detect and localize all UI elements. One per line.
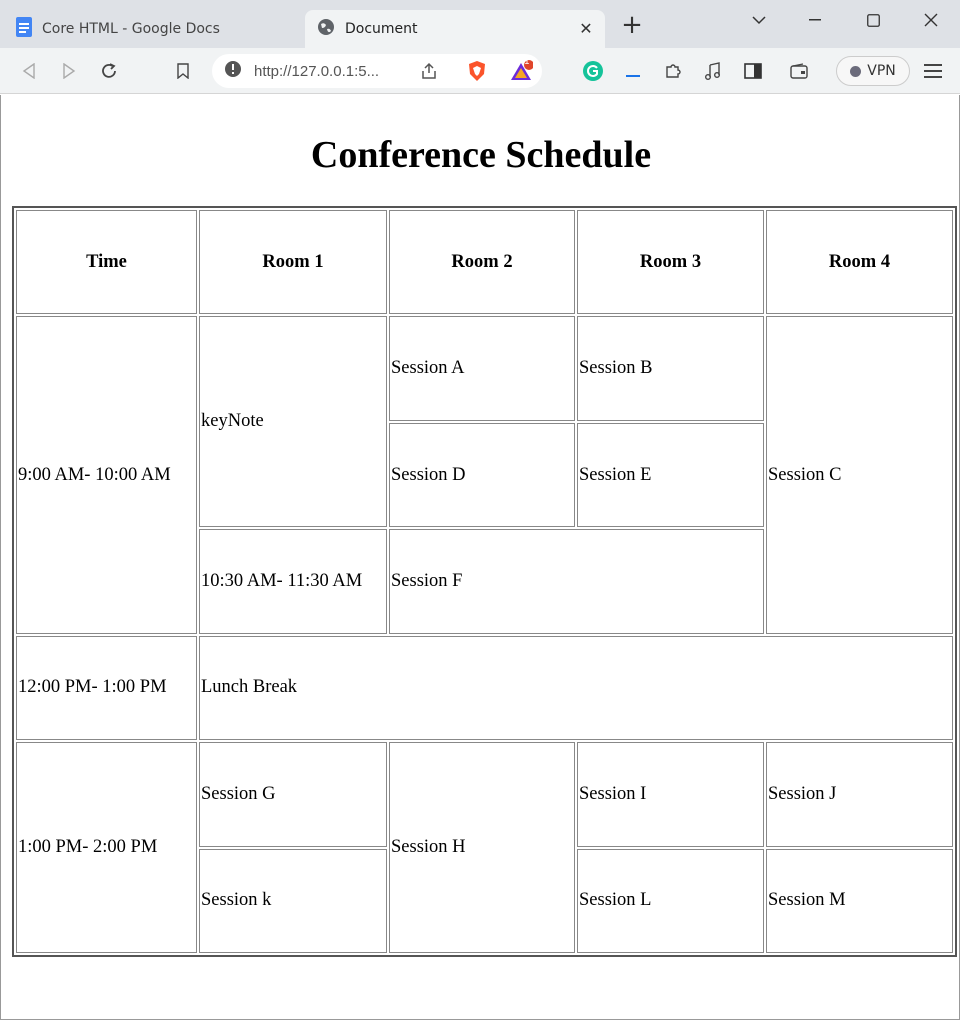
url-text: http://127.0.0.1:5... <box>254 62 380 80</box>
maximize-icon[interactable] <box>858 8 888 32</box>
address-bar[interactable]: http://127.0.0.1:5... <box>212 54 542 88</box>
bookmark-icon[interactable] <box>170 58 196 84</box>
session-cell: Session L <box>577 848 764 953</box>
page-content: Conference Schedule Time Room 1 Room 2 R… <box>0 95 960 1020</box>
extensions-puzzle-icon[interactable] <box>660 58 686 84</box>
time-slot-cell: 1:00 PM- 2:00 PM <box>16 742 197 953</box>
vpn-button[interactable]: VPN <box>836 56 910 86</box>
browser-toolbar: http://127.0.0.1:5... 1 VPN <box>0 48 960 94</box>
lunch-break-cell: Lunch Break <box>199 635 953 741</box>
google-docs-icon <box>16 17 32 41</box>
schedule-table: Time Room 1 Room 2 Room 3 Room 4 9:00 AM… <box>12 206 957 957</box>
session-cell: Session I <box>577 742 764 847</box>
time-slot-cell: 9:00 AM- 10:00 AM <box>16 316 197 634</box>
session-cell: Session H <box>389 742 575 953</box>
forward-icon[interactable] <box>56 58 82 84</box>
session-cell: Session B <box>577 316 764 421</box>
minimize-icon[interactable] <box>800 8 830 32</box>
share-icon[interactable] <box>416 58 442 84</box>
header-room-3: Room 3 <box>577 210 764 315</box>
table-row: 12:00 PM- 1:00 PM Lunch Break <box>16 635 953 741</box>
close-window-icon[interactable] <box>916 8 946 32</box>
header-time: Time <box>16 210 197 315</box>
reload-icon[interactable] <box>96 58 122 84</box>
brave-shields-icon[interactable] <box>464 58 490 84</box>
back-icon[interactable] <box>16 58 42 84</box>
header-room-4: Room 4 <box>766 210 953 315</box>
session-cell: Session A <box>389 316 575 421</box>
session-cell: Session E <box>577 422 764 528</box>
wallet-icon[interactable] <box>786 58 812 84</box>
session-cell: Session C <box>766 316 953 634</box>
table-row: 9:00 AM- 10:00 AM keyNote Session A Sess… <box>16 316 953 634</box>
session-cell: Session D <box>389 422 575 528</box>
time-slot-cell: 12:00 PM- 1:00 PM <box>16 635 197 741</box>
header-room-1: Room 1 <box>199 210 387 315</box>
session-cell: Session k <box>199 848 387 953</box>
info-icon[interactable] <box>224 60 242 82</box>
session-cell: Session F <box>389 529 764 634</box>
globe-icon <box>317 18 335 40</box>
session-cell: Session M <box>766 848 953 953</box>
media-music-icon[interactable] <box>700 58 726 84</box>
table-header-row: Time Room 1 Room 2 Room 3 Room 4 <box>16 210 953 315</box>
tab-document[interactable]: Document ✕ <box>305 10 605 48</box>
header-room-2: Room 2 <box>389 210 575 315</box>
session-cell: Session J <box>766 742 953 847</box>
browser-tab-bar: Core HTML - Google Docs Document ✕ + <box>0 0 960 48</box>
table-row: 1:00 PM- 2:00 PM Session G Session H Ses… <box>16 742 953 953</box>
extension-underline-icon[interactable] <box>620 58 646 84</box>
session-cell: Session G <box>199 742 387 847</box>
close-tab-icon[interactable]: ✕ <box>577 20 595 38</box>
tab-title: Document <box>345 21 418 37</box>
vpn-status-icon <box>850 65 862 77</box>
time-slot-cell: 10:30 AM- 11:30 AM <box>199 529 387 634</box>
keynote-cell: keyNote <box>199 316 387 528</box>
tab-google-docs[interactable]: Core HTML - Google Docs <box>0 10 300 48</box>
menu-hamburger-icon[interactable] <box>920 58 946 84</box>
new-tab-button[interactable]: + <box>620 12 644 38</box>
brave-rewards-icon[interactable]: 1 <box>508 57 534 84</box>
tab-title: Core HTML - Google Docs <box>42 21 220 37</box>
sidebar-panel-icon[interactable] <box>740 58 766 84</box>
tab-search-chevron-icon[interactable] <box>744 8 774 32</box>
rewards-badge-count: 1 <box>524 57 530 67</box>
page-title: Conference Schedule <box>310 134 652 176</box>
grammarly-icon[interactable] <box>580 58 606 84</box>
vpn-label: VPN <box>867 63 896 79</box>
